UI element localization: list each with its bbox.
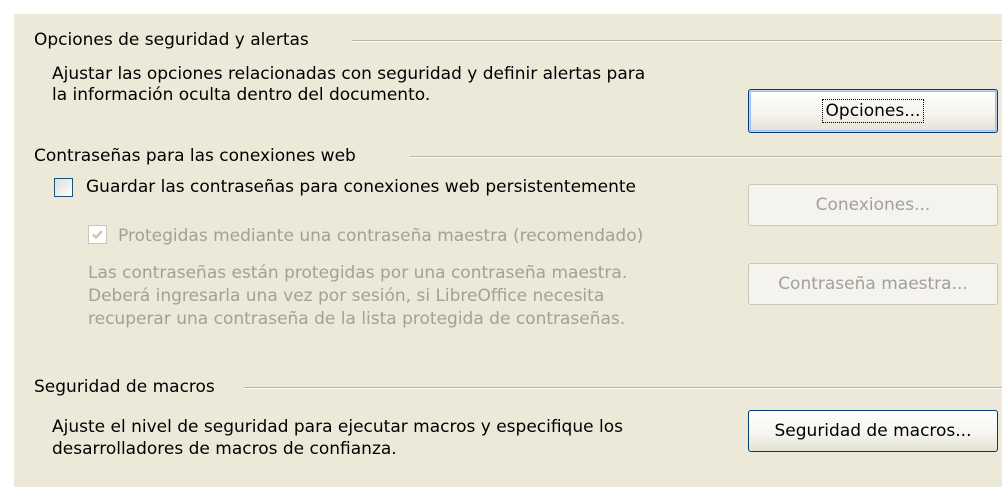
security-options-description-line2: la información oculta dentro del documen… bbox=[52, 85, 431, 105]
master-password-button[interactable]: Contraseña maestra... bbox=[748, 263, 998, 305]
security-options-button[interactable]: Opciones... bbox=[748, 89, 998, 133]
connections-button[interactable]: Conexiones... bbox=[748, 184, 998, 226]
macro-security-description-line1: Ajuste el nivel de seguridad para ejecut… bbox=[52, 417, 623, 437]
web-passwords-description-line3: recuperar una contraseña de la lista pro… bbox=[88, 309, 626, 329]
macro-security-button[interactable]: Seguridad de macros... bbox=[748, 410, 998, 452]
persist-passwords-checkbox[interactable] bbox=[54, 178, 73, 197]
web-passwords-divider bbox=[410, 156, 1002, 158]
web-passwords-description-line2: Deberá ingresarla una vez por sesión, si… bbox=[88, 286, 605, 306]
master-password-label: Protegidas mediante una contraseña maest… bbox=[118, 226, 644, 246]
checkmark-icon bbox=[92, 230, 103, 240]
persist-passwords-label[interactable]: Guardar las contraseñas para conexiones … bbox=[86, 177, 636, 197]
security-options-divider bbox=[352, 40, 1002, 42]
master-password-button-label: Contraseña maestra... bbox=[778, 274, 968, 294]
web-passwords-description-line1: Las contraseñas están protegidas por una… bbox=[88, 263, 628, 283]
macro-security-divider bbox=[244, 387, 1002, 389]
macro-security-button-label: Seguridad de macros... bbox=[774, 421, 972, 441]
master-password-checkbox[interactable] bbox=[88, 225, 107, 244]
macro-security-heading: Seguridad de macros bbox=[34, 377, 215, 397]
web-passwords-heading: Contraseñas para las conexiones web bbox=[34, 146, 356, 166]
connections-button-label: Conexiones... bbox=[815, 195, 931, 215]
security-options-description-line1: Ajustar las opciones relacionadas con se… bbox=[52, 64, 646, 84]
macro-security-description-line2: desarrolladores de macros de confianza. bbox=[52, 439, 397, 459]
security-options-button-label: Opciones... bbox=[821, 99, 925, 123]
security-options-heading: Opciones de seguridad y alertas bbox=[34, 30, 309, 50]
